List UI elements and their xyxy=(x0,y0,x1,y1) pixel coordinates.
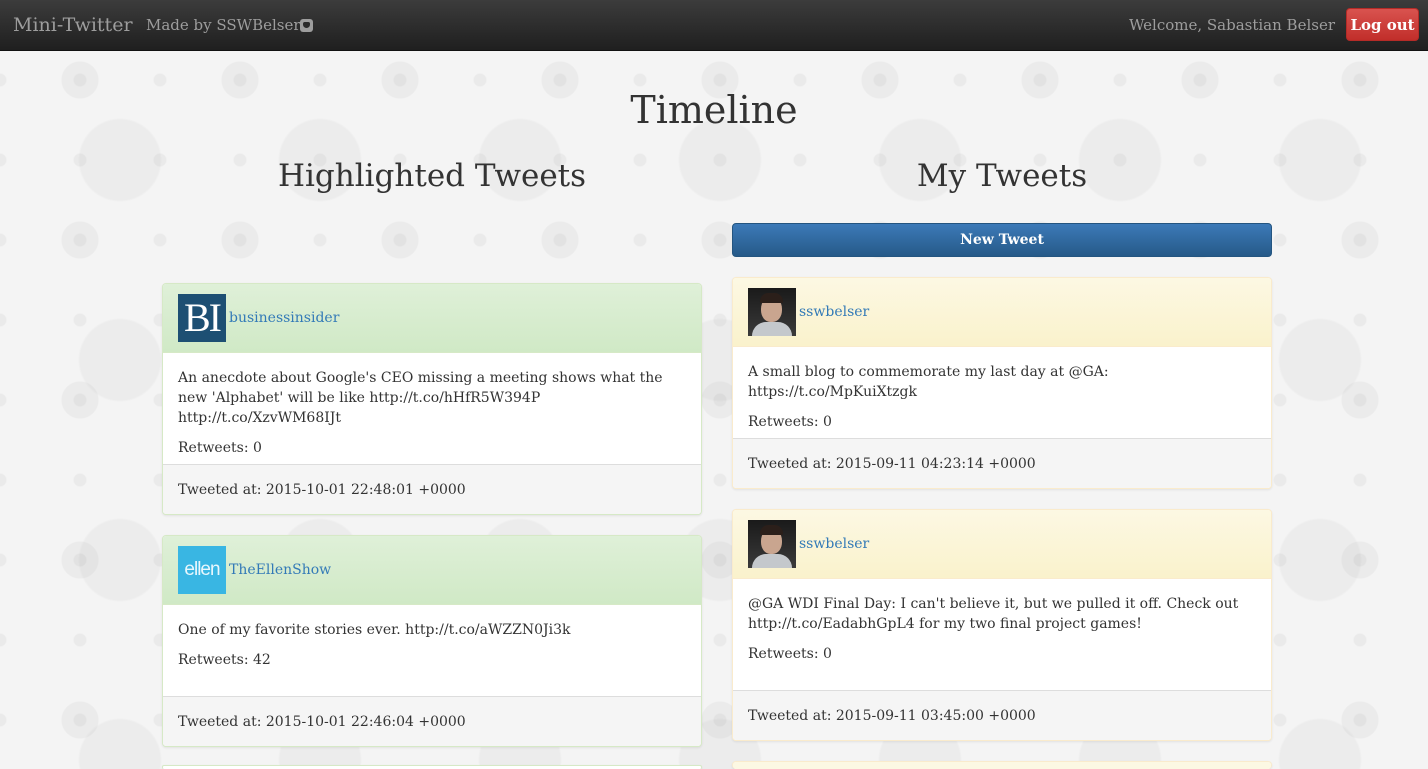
highlighted-tweets-heading: Highlighted Tweets xyxy=(277,158,587,194)
my-tweet-card: sswbelser @GA WDI Final Day: I can't bel… xyxy=(732,509,1272,741)
github-icon[interactable] xyxy=(300,19,313,32)
tweet-footer: Tweeted at: 2015-09-11 04:23:14 +0000 xyxy=(733,438,1271,488)
new-tweet-button[interactable]: New Tweet xyxy=(732,223,1272,257)
tweet-body: One of my favorite stories ever. http://… xyxy=(163,605,701,696)
tweet-body: An anecdote about Google's CEO missing a… xyxy=(163,353,701,464)
tweet-handle-link[interactable]: TheEllenShow xyxy=(229,562,331,578)
tweet-timestamp: Tweeted at: 2015-09-11 03:45:00 +0000 xyxy=(748,707,1036,724)
tweet-text: A small blog to commemorate my last day … xyxy=(748,364,1109,400)
tweet-footer: Tweeted at: 2015-10-01 22:46:04 +0000 xyxy=(163,696,701,746)
page-title: Timeline xyxy=(630,88,798,132)
tweet-footer: Tweeted at: 2015-10-01 22:48:01 +0000 xyxy=(163,464,701,514)
highlighted-tweet-card: ellen TheEllenShow One of my favorite st… xyxy=(162,535,702,747)
avatar: ellen xyxy=(178,546,226,594)
my-tweets-heading: My Tweets xyxy=(916,158,1088,194)
avatar xyxy=(748,520,796,568)
tweet-footer: Tweeted at: 2015-09-11 03:45:00 +0000 xyxy=(733,690,1271,740)
tweet-text: @GA WDI Final Day: I can't believe it, b… xyxy=(748,596,1239,632)
welcome-text: Welcome, Sabastian Belser xyxy=(1128,16,1335,34)
tweet-timestamp: Tweeted at: 2015-10-01 22:46:04 +0000 xyxy=(178,713,466,730)
tweet-retweets: Retweets: 42 xyxy=(178,652,271,668)
avatar xyxy=(748,288,796,336)
tweet-text: One of my favorite stories ever. http://… xyxy=(178,622,571,638)
tweet-header: sswbelser xyxy=(733,510,1271,579)
brand-link[interactable]: Mini-Twitter xyxy=(13,14,133,36)
tweet-text: An anecdote about Google's CEO missing a… xyxy=(178,370,663,426)
logout-button[interactable]: Log out xyxy=(1346,8,1419,41)
highlighted-tweet-card: BI businessinsider An anecdote about Goo… xyxy=(162,283,702,515)
avatar: BI xyxy=(178,294,226,342)
tweet-header: sswbelser xyxy=(733,278,1271,347)
highlighted-tweet-card-partial xyxy=(162,765,702,769)
tweet-timestamp: Tweeted at: 2015-09-11 04:23:14 +0000 xyxy=(748,455,1036,472)
tweet-retweets: Retweets: 0 xyxy=(748,646,832,662)
my-tweet-card-partial xyxy=(732,761,1272,769)
tweet-timestamp: Tweeted at: 2015-10-01 22:48:01 +0000 xyxy=(178,481,466,498)
tweet-handle-link[interactable]: sswbelser xyxy=(799,536,869,552)
tweet-retweets: Retweets: 0 xyxy=(178,440,262,456)
navbar: Mini-Twitter Made by SSWBelser Welcome, … xyxy=(0,0,1428,51)
tweet-retweets: Retweets: 0 xyxy=(748,414,832,430)
tweet-body: @GA WDI Final Day: I can't believe it, b… xyxy=(733,579,1271,690)
tweet-header: BI businessinsider xyxy=(163,284,701,353)
my-tweet-card: sswbelser A small blog to commemorate my… xyxy=(732,277,1272,489)
made-by-link[interactable]: Made by SSWBelser xyxy=(146,16,301,34)
tweet-handle-link[interactable]: sswbelser xyxy=(799,304,869,320)
tweet-body: A small blog to commemorate my last day … xyxy=(733,347,1271,438)
tweet-handle-link[interactable]: businessinsider xyxy=(229,310,339,326)
tweet-header: ellen TheEllenShow xyxy=(163,536,701,605)
